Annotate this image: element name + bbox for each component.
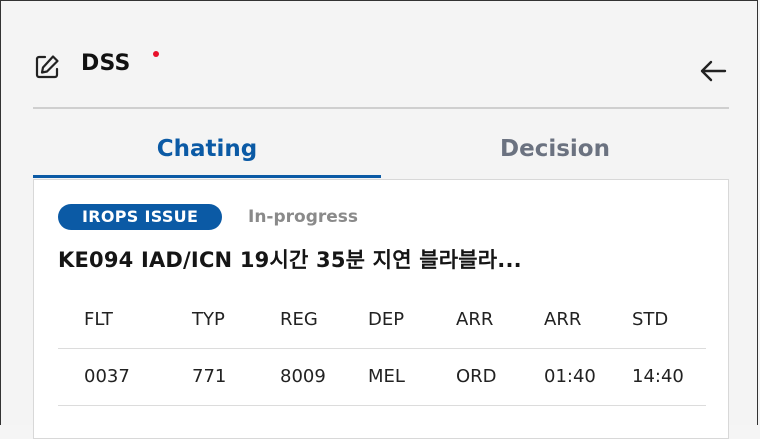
table-cell: 0037 [84, 366, 130, 387]
tab-chating[interactable]: Chating [33, 127, 381, 179]
column-header: STD [632, 309, 669, 330]
table-cell: MEL [368, 366, 405, 387]
table-row[interactable]: 0037 771 8009 MEL ORD 01:40 14:40 [58, 349, 706, 406]
page-title: DSS [81, 51, 131, 76]
column-header: FLT [84, 309, 113, 330]
app-window: DSS Chating Decision IROPS ISSUE In-prog… [0, 0, 758, 439]
table-cell: 771 [192, 366, 227, 387]
column-header: ARR [456, 309, 494, 330]
issue-title: KE094 IAD/ICN 19시간 35분 지연 블라블라... [58, 248, 522, 272]
tab-decision[interactable]: Decision [381, 127, 729, 179]
table-cell: 14:40 [632, 366, 684, 387]
table-cell: 01:40 [544, 366, 596, 387]
tab-bar: Chating Decision [33, 127, 729, 179]
table-header-row: FLT TYP REG DEP ARR ARR STD [58, 292, 706, 349]
arrow-left-icon[interactable] [699, 59, 727, 83]
column-header: TYP [192, 309, 225, 330]
header: DSS [33, 45, 729, 109]
table-cell: ORD [456, 366, 497, 387]
table-cell: 8009 [280, 366, 326, 387]
edit-icon[interactable] [33, 53, 61, 81]
column-header: DEP [368, 309, 405, 330]
active-tab-indicator [33, 175, 381, 178]
flight-table: FLT TYP REG DEP ARR ARR STD 0037 771 800… [58, 292, 706, 406]
notification-dot [153, 51, 159, 57]
issue-card[interactable]: IROPS ISSUE In-progress KE094 IAD/ICN 19… [33, 179, 729, 439]
issue-type-badge: IROPS ISSUE [58, 204, 223, 230]
status-text: In-progress [248, 207, 359, 227]
column-header: ARR [544, 309, 582, 330]
column-header: REG [280, 309, 318, 330]
